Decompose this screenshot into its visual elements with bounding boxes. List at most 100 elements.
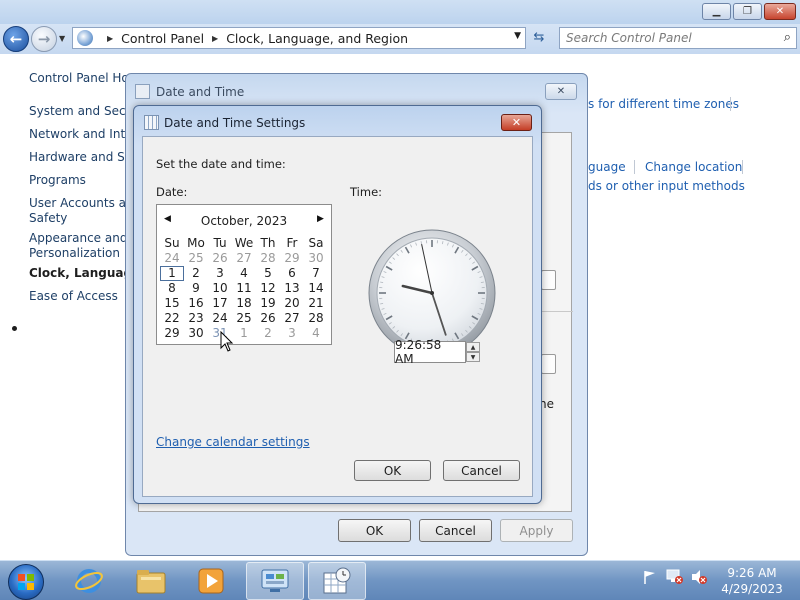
outer-apply-button: Apply (500, 519, 573, 542)
calendar-day[interactable]: 1 (232, 326, 256, 341)
spin-down-icon[interactable]: ▼ (466, 352, 480, 362)
change-time-zone-button-edge[interactable] (541, 354, 556, 374)
date-time-icon[interactable] (308, 562, 366, 600)
calendar-day[interactable]: 24 (208, 311, 232, 326)
minimize-button[interactable]: ▁ (702, 3, 731, 20)
month-calendar[interactable]: ◀ October, 2023 ▶ Su Mo Tu We Th Fr Sa 24 25 26 27… (156, 204, 332, 345)
calendar-day[interactable]: 20 (280, 296, 304, 311)
calendar-day[interactable]: 24 (160, 251, 184, 266)
calendar-month-title[interactable]: October, 2023 (157, 214, 331, 228)
calendar-day[interactable]: 9 (184, 281, 208, 296)
calendar-day[interactable]: 14 (304, 281, 328, 296)
calendar-day[interactable]: 29 (280, 251, 304, 266)
calendar-day[interactable]: 27 (232, 251, 256, 266)
calendar-day[interactable]: 2 (184, 266, 208, 281)
calendar-day[interactable]: 18 (232, 296, 256, 311)
control-panel-icon[interactable] (246, 562, 304, 600)
change-date-time-button-edge[interactable] (541, 270, 556, 290)
calendar-day[interactable]: 26 (208, 251, 232, 266)
next-month-icon[interactable]: ▶ (317, 214, 324, 224)
change-language-link[interactable]: guage (588, 160, 626, 174)
search-input[interactable]: Search Control Panel ⌕ (559, 27, 797, 49)
calendar-day[interactable]: 17 (208, 296, 232, 311)
calendar-day[interactable]: 3 (280, 326, 304, 341)
calendar-day[interactable]: 7 (304, 266, 328, 281)
calendar-day[interactable]: 26 (256, 311, 280, 326)
breadcrumb-separator-icon[interactable]: ▶ (107, 34, 113, 43)
sidebar-item-system-security[interactable]: System and Security (29, 104, 128, 119)
address-dropdown-icon[interactable]: ▼ (514, 31, 521, 41)
calendar-day[interactable]: 12 (256, 281, 280, 296)
calendar-day[interactable]: 15 (160, 296, 184, 311)
sidebar-item-ease-of-access[interactable]: Ease of Access (29, 289, 128, 304)
sidebar-item-programs[interactable]: Programs (29, 173, 128, 188)
calendar-day-today[interactable]: 1 (160, 266, 184, 281)
calendar-day[interactable]: 6 (280, 266, 304, 281)
sidebar-item-user-accounts[interactable]: User Accounts and (29, 196, 128, 211)
calendar-day[interactable]: 8 (160, 281, 184, 296)
calendar-day[interactable]: 11 (232, 281, 256, 296)
close-dialog-button[interactable]: ✕ (501, 114, 532, 131)
maximize-button[interactable]: ❐ (733, 3, 762, 20)
breadcrumb-control-panel[interactable]: Control Panel (121, 31, 204, 46)
sidebar-item-user-accounts-line2[interactable]: Safety (29, 211, 128, 226)
calendar-day[interactable]: 28 (256, 251, 280, 266)
calendar-day[interactable]: 23 (184, 311, 208, 326)
ok-button[interactable]: OK (354, 460, 431, 481)
taskbar-clock[interactable]: 9:26 AM 4/29/2023 (712, 565, 792, 597)
input-methods-link[interactable]: ds or other input methods (588, 179, 745, 193)
calendar-day[interactable]: 25 (184, 251, 208, 266)
calendar-day[interactable]: 19 (256, 296, 280, 311)
close-window-button[interactable]: ✕ (764, 3, 796, 20)
refresh-icon[interactable]: ⇆ (529, 30, 549, 48)
spin-up-icon[interactable]: ▲ (466, 342, 480, 352)
sidebar-item-hardware-sound[interactable]: Hardware and Sound (29, 150, 128, 165)
calendar-day[interactable]: 16 (184, 296, 208, 311)
breadcrumb[interactable]: ▶ Control Panel ▶ Clock, Language, and R… (72, 27, 526, 49)
breadcrumb-separator-icon[interactable]: ▶ (212, 34, 218, 43)
calendar-day[interactable]: 30 (184, 326, 208, 341)
back-button[interactable]: ← (3, 26, 29, 52)
outer-cancel-button[interactable]: Cancel (419, 519, 492, 542)
calendar-day[interactable]: 22 (160, 311, 184, 326)
volume-muted-icon[interactable] (690, 569, 708, 588)
calendar-day[interactable]: 29 (160, 326, 184, 341)
change-calendar-settings-link[interactable]: Change calendar settings (156, 435, 310, 449)
calendar-day[interactable]: 28 (304, 311, 328, 326)
calendar-day[interactable]: 27 (280, 311, 304, 326)
file-explorer-icon[interactable] (122, 562, 180, 600)
network-disconnected-icon[interactable] (666, 569, 684, 588)
weekday-header: Fr (286, 236, 298, 250)
sidebar-item-control-panel-home[interactable]: Control Panel Home (29, 71, 128, 86)
sidebar-item-network-internet[interactable]: Network and Internet (29, 127, 128, 142)
calendar-day[interactable]: 5 (256, 266, 280, 281)
sidebar-item-appearance[interactable]: Appearance and (29, 231, 128, 246)
outer-ok-button[interactable]: OK (338, 519, 411, 542)
calendar-day[interactable]: 10 (208, 281, 232, 296)
action-center-flag-icon[interactable] (642, 569, 658, 588)
sidebar-item-clock-language-region[interactable]: Clock, Language, and Region (29, 266, 128, 281)
cancel-button[interactable]: Cancel (443, 460, 520, 481)
search-icon[interactable]: ⌕ (784, 30, 791, 45)
start-orb-icon[interactable] (8, 564, 44, 600)
internet-explorer-icon[interactable] (60, 562, 118, 600)
calendar-day[interactable]: 3 (208, 266, 232, 281)
calendar-day[interactable]: 13 (280, 281, 304, 296)
close-dialog-button[interactable]: ✕ (545, 83, 577, 100)
calendar-day[interactable]: 25 (232, 311, 256, 326)
calendar-day[interactable]: 2 (256, 326, 280, 341)
change-location-link[interactable]: Change location (645, 160, 742, 174)
calendar-day[interactable]: 21 (304, 296, 328, 311)
clock-center (430, 291, 434, 295)
calendar-day[interactable]: 4 (232, 266, 256, 281)
media-player-icon[interactable] (182, 562, 240, 600)
calendar-day[interactable]: 30 (304, 251, 328, 266)
calendar-day[interactable]: 4 (304, 326, 328, 341)
time-spinner[interactable]: ▲ ▼ (466, 342, 480, 362)
sidebar-item-appearance-line2[interactable]: Personalization (29, 246, 128, 261)
recent-pages-dropdown-icon[interactable]: ▼ (59, 34, 65, 43)
time-zones-link[interactable]: s for different time zones (588, 97, 739, 111)
forward-button[interactable]: → (31, 26, 57, 52)
time-input[interactable]: 9:26:58 AM (394, 338, 466, 366)
breadcrumb-clock-language-region[interactable]: Clock, Language, and Region (226, 31, 408, 46)
